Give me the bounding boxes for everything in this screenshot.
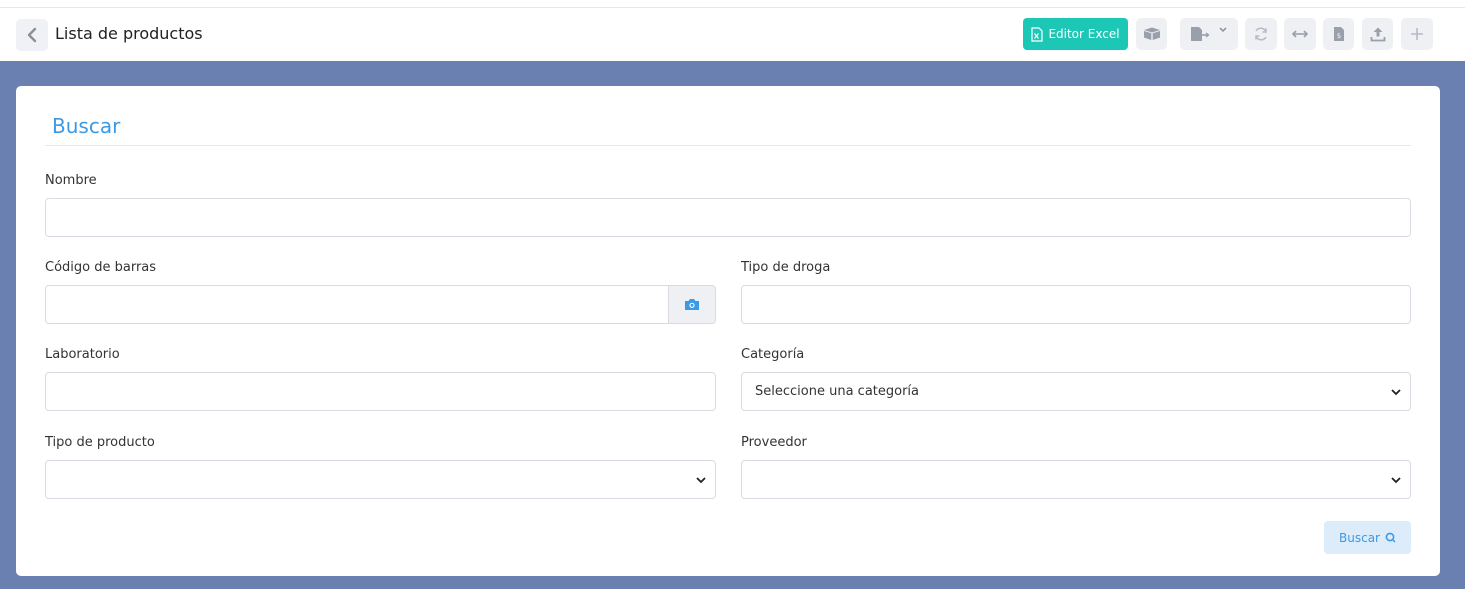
plus-icon [1411, 28, 1423, 40]
chevron-left-icon [27, 27, 37, 43]
codigo-barras-input[interactable] [45, 285, 669, 324]
expand-width-button[interactable] [1284, 18, 1316, 50]
excel-editor-button[interactable]: Editor Excel [1023, 18, 1128, 50]
tipo-droga-input[interactable] [741, 285, 1411, 324]
categoria-selected-value: Seleccione una categoría [755, 384, 920, 399]
chevron-down-icon [1219, 27, 1227, 33]
chevron-down-icon [696, 477, 706, 484]
price-file-button[interactable]: $ [1323, 18, 1354, 50]
nombre-input[interactable] [45, 198, 1411, 237]
search-button[interactable]: Buscar [1324, 521, 1411, 554]
categoria-select[interactable]: Seleccione una categoría [741, 372, 1411, 411]
laboratorio-input[interactable] [45, 372, 716, 411]
title-divider [45, 145, 1411, 146]
codigo-barras-label: Código de barras [45, 260, 157, 275]
search-card-title: Buscar [52, 114, 121, 138]
excel-editor-label: Editor Excel [1048, 27, 1120, 41]
export-dropdown-button[interactable] [1180, 18, 1238, 50]
upload-icon [1370, 27, 1385, 42]
categoria-label: Categoría [741, 347, 805, 362]
proveedor-label: Proveedor [741, 435, 807, 450]
excel-file-icon [1031, 26, 1044, 42]
arrows-horizontal-icon [1291, 30, 1309, 38]
laboratorio-label: Laboratorio [45, 347, 120, 362]
svg-text:$: $ [1336, 32, 1340, 40]
barcode-camera-button[interactable] [668, 285, 716, 324]
scrollbar-track[interactable] [1465, 0, 1471, 589]
nombre-label: Nombre [45, 173, 97, 188]
file-export-icon [1191, 27, 1210, 41]
search-button-label: Buscar [1339, 530, 1380, 545]
add-button[interactable] [1401, 18, 1433, 50]
page-header: Lista de productos Editor Excel $ [0, 8, 1465, 61]
tipo-droga-label: Tipo de droga [741, 260, 831, 275]
chevron-down-icon [1391, 477, 1401, 484]
refresh-button[interactable] [1245, 18, 1277, 50]
page-title: Lista de productos [55, 24, 203, 43]
back-button[interactable] [16, 19, 48, 51]
file-dollar-icon: $ [1333, 27, 1344, 41]
chevron-down-icon [1391, 389, 1401, 396]
search-icon [1385, 532, 1396, 543]
refresh-icon [1255, 27, 1267, 41]
upload-button[interactable] [1362, 18, 1393, 50]
boxes-icon [1143, 27, 1160, 40]
proveedor-select[interactable] [741, 460, 1411, 499]
tipo-producto-label: Tipo de producto [45, 435, 155, 450]
tipo-producto-select[interactable] [45, 460, 716, 499]
top-strip [0, 0, 1465, 8]
search-card: Buscar Nombre Código de barras Tipo de d… [16, 86, 1440, 576]
camera-icon [685, 299, 699, 310]
boxes-button[interactable] [1136, 18, 1167, 50]
